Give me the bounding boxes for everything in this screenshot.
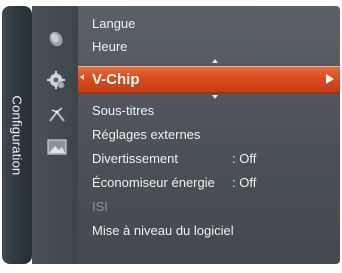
picture-icon[interactable] [47,139,67,155]
antenna-icon[interactable] [48,107,66,123]
menu-item-isi: ISI [92,199,108,214]
menu-item-economiseur-energie[interactable]: Économiseur énergie [92,174,215,192]
scroll-down-icon [212,95,218,99]
submenu-arrow-icon [326,74,334,84]
category-tab: Configuration [2,6,32,264]
tv-menu-screen: Configuration Langue Heure V-Chip Sous-t… [0,0,342,273]
scroll-up-icon [212,59,218,63]
category-label: Configuration [9,95,25,175]
pointer-left-icon [80,74,84,80]
menu-item-divertissement[interactable]: Divertissement [92,150,178,168]
menu-item-mise-a-niveau[interactable]: Mise à niveau du logiciel [92,222,234,240]
divertissement-value: : Off [232,151,257,166]
menu-item-heure[interactable]: Heure [92,38,127,56]
menu-item-sous-titres[interactable]: Sous-titres [92,102,154,120]
satellite-dish-icon[interactable] [47,30,65,48]
menu-item-v-chip[interactable]: V-Chip [78,66,340,93]
economiseur-energie-value: : Off [232,175,257,190]
menu-item-langue[interactable]: Langue [92,15,135,33]
selected-item-label: V-Chip [92,71,140,88]
gear-icon[interactable] [46,70,66,90]
menu-item-reglages-externes[interactable]: Réglages externes [92,126,200,144]
